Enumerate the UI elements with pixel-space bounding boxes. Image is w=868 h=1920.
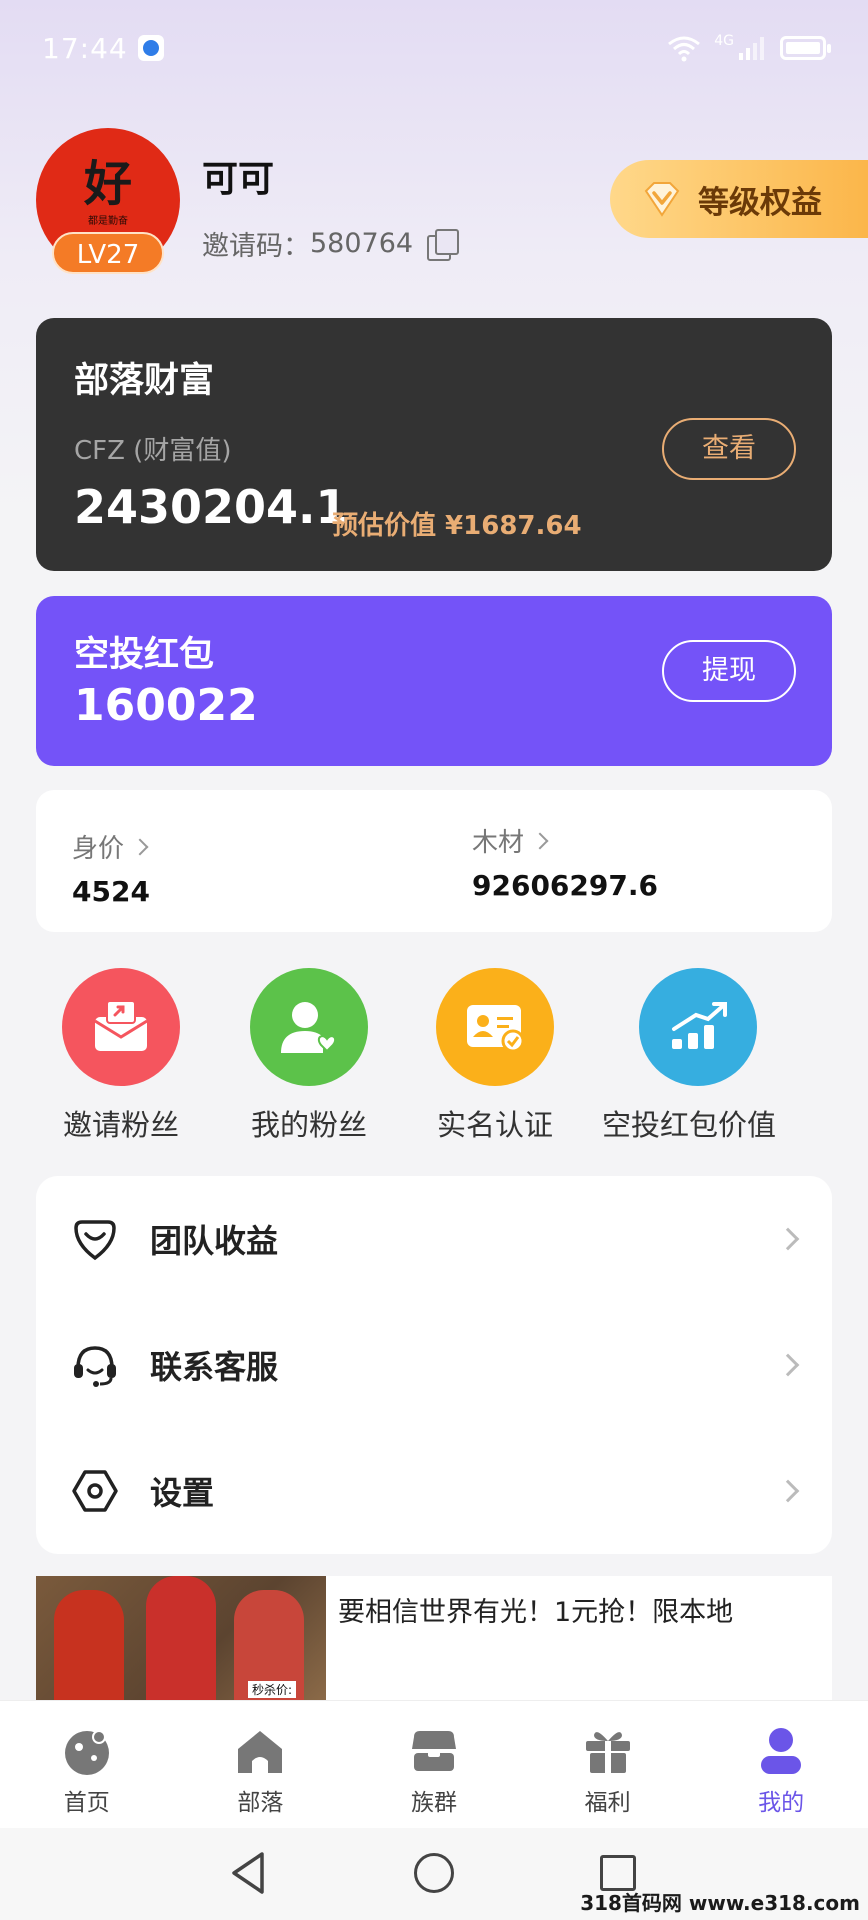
level-rights-label: 等级权益 <box>698 184 822 221</box>
chevron-right-icon <box>776 1479 800 1503</box>
invite-label: 邀请码： <box>202 231 310 262</box>
app-notification-icon <box>137 35 164 61</box>
wealth-label: CFZ (财富值) <box>74 436 232 466</box>
battery-icon <box>780 36 831 60</box>
chevron-right-icon <box>531 832 549 849</box>
menu-label: 联系客服 <box>150 1348 279 1386</box>
invite-code-row: 邀请码： 580764 <box>202 224 460 263</box>
shortcut-label: 空投红包价值 <box>602 1108 777 1142</box>
menu-card: 团队收益 联系客服 设置 <box>36 1176 832 1554</box>
shortcut-invite-fans[interactable]: 邀请粉丝 <box>62 968 180 1144</box>
watermark: 318首码网 www.e318.com <box>580 1891 860 1915</box>
home-planet-icon <box>64 1730 109 1775</box>
shortcut-airdrop-value[interactable]: 空投红包价值 <box>602 968 776 1144</box>
ad-banner[interactable]: 秒杀价: 要相信世界有光！1元抢！限本地 <box>36 1576 832 1700</box>
tab-home[interactable]: 首页 <box>0 1701 174 1828</box>
menu-item-customer-service[interactable]: 联系客服 <box>36 1302 832 1428</box>
recent-apps-icon[interactable] <box>600 1855 636 1891</box>
nickname: 可可 <box>202 159 275 200</box>
user-heart-icon <box>250 968 368 1086</box>
group-box-icon <box>411 1731 456 1771</box>
copy-icon[interactable] <box>427 228 460 261</box>
signal-icon <box>739 37 764 60</box>
shortcut-row: 邀请粉丝 我的粉丝 实名认证 空投红包价值 <box>0 968 868 1142</box>
menu-label: 团队收益 <box>150 1222 279 1260</box>
wifi-icon <box>668 36 701 62</box>
headset-icon <box>74 1346 116 1387</box>
menu-item-settings[interactable]: 设置 <box>36 1428 832 1554</box>
menu-item-team-income[interactable]: 团队收益 <box>36 1176 832 1302</box>
shortcut-label: 我的粉丝 <box>250 1108 367 1142</box>
stat-shenjia[interactable]: 身价 4524 <box>72 828 150 908</box>
level-rights-button[interactable]: 等级权益 <box>610 160 868 238</box>
status-indicators: 4G <box>666 33 831 62</box>
wealth-title: 部落财富 <box>74 361 215 401</box>
home-icon[interactable] <box>414 1853 454 1893</box>
invite-envelope-icon <box>62 968 180 1086</box>
wealth-value: 2430204.1 <box>74 480 348 534</box>
avatar-subtext: 都是勤奋 <box>88 215 128 227</box>
tab-label: 福利 <box>584 1790 631 1816</box>
wealth-estimate: 预估价值 ¥1687.64 <box>332 511 582 541</box>
tab-label: 我的 <box>758 1790 805 1816</box>
tab-label: 部落 <box>237 1790 284 1816</box>
tab-welfare[interactable]: 福利 <box>521 1701 695 1828</box>
rising-chart-icon <box>639 968 757 1086</box>
ad-thumbnail: 秒杀价: <box>36 1576 326 1700</box>
stat-mucai[interactable]: 木材 92606297.6 <box>472 822 658 902</box>
tab-label: 首页 <box>63 1790 110 1816</box>
tab-tribe[interactable]: 部落 <box>174 1701 348 1828</box>
menu-label: 设置 <box>150 1474 215 1512</box>
tribe-house-icon <box>238 1731 283 1773</box>
bottom-tab-bar: 首页 部落 族群 福利 我的 <box>0 1700 868 1828</box>
stat-label: 身价 <box>72 834 125 864</box>
level-badge: LV27 <box>52 232 164 274</box>
airdrop-title: 空投红包 <box>74 635 215 675</box>
network-type: 4G <box>714 33 734 49</box>
gift-icon <box>585 1732 630 1773</box>
ad-title: 要相信世界有光！1元抢！限本地 <box>338 1597 734 1628</box>
shortcut-label: 邀请粉丝 <box>62 1108 179 1142</box>
shortcut-label: 实名认证 <box>436 1108 553 1142</box>
withdraw-button[interactable]: 提现 <box>662 640 796 702</box>
status-time: 17:44 <box>42 31 128 65</box>
id-card-check-icon <box>436 968 554 1086</box>
diamond-v-icon <box>644 182 680 217</box>
avatar-text: 好 <box>83 155 132 212</box>
tab-mine[interactable]: 我的 <box>694 1701 868 1828</box>
invite-code: 580764 <box>310 228 414 259</box>
tab-label: 族群 <box>410 1790 457 1816</box>
settings-hexagon-icon <box>72 1470 118 1512</box>
tab-group[interactable]: 族群 <box>347 1701 521 1828</box>
airdrop-card: 空投红包 160022 提现 <box>36 596 832 766</box>
stat-value: 4524 <box>72 875 150 908</box>
stat-label: 木材 <box>472 828 525 858</box>
shortcut-my-fans[interactable]: 我的粉丝 <box>250 968 368 1144</box>
back-icon[interactable] <box>228 1850 268 1896</box>
view-button[interactable]: 查看 <box>662 418 796 480</box>
wealth-card: 部落财富 CFZ (财富值) 2430204.1 预估价值 ¥1687.64 查… <box>36 318 832 571</box>
profile-header: 好 都是勤奋 LV27 可可 邀请码： 580764 等级权益 <box>36 128 868 288</box>
airdrop-value: 160022 <box>74 680 258 731</box>
heart-shield-icon <box>74 1220 116 1261</box>
chevron-right-icon <box>776 1227 800 1251</box>
shortcut-real-name[interactable]: 实名认证 <box>436 968 554 1144</box>
chevron-right-icon <box>776 1353 800 1377</box>
ad-price-tag: 秒杀价: <box>247 1681 296 1698</box>
chevron-right-icon <box>131 838 149 855</box>
stat-value: 92606297.6 <box>472 869 658 902</box>
status-bar: 17:44 4G <box>0 0 868 96</box>
stats-card: 身价 4524 木材 92606297.6 <box>36 790 832 932</box>
system-nav-bar: 318首码网 www.e318.com <box>0 1828 868 1920</box>
profile-icon <box>761 1728 802 1774</box>
